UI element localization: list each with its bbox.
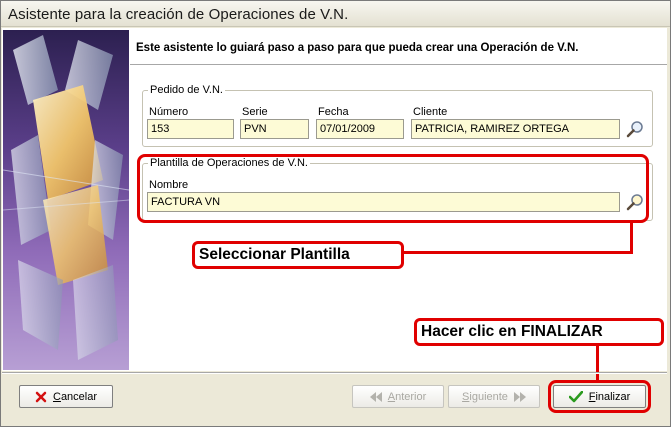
cancel-button[interactable]: Cancelar <box>19 385 113 408</box>
finish-label: Finalizar <box>588 390 631 403</box>
next-icon <box>513 391 526 402</box>
search-cliente-icon[interactable] <box>626 120 644 138</box>
previous-icon <box>369 391 382 402</box>
numero-field[interactable]: 153 <box>147 119 234 139</box>
previous-button[interactable]: Anterior <box>352 385 444 408</box>
fecha-label: Fecha <box>318 106 349 118</box>
cliente-label: Cliente <box>413 106 448 118</box>
serie-field[interactable]: PVN <box>240 119 309 139</box>
footer-separator <box>2 372 667 374</box>
pedido-legend: Pedido de V.N. <box>150 84 223 96</box>
wizard-banner-image <box>3 30 129 370</box>
hacer-clic-finalizar-annotation: Hacer clic en FINALIZAR <box>414 318 664 346</box>
x-icon <box>35 391 47 402</box>
finalizar-callout-line <box>596 344 599 382</box>
cliente-field[interactable]: PATRICIA, RAMIREZ ORTEGA <box>411 119 620 139</box>
cancel-label: Cancelar <box>52 390 98 403</box>
seleccionar-plantilla-annotation: Seleccionar Plantilla <box>192 241 404 269</box>
plantilla-callout-line-horizontal <box>400 251 633 254</box>
intro-text: Este asistente lo guiará paso a paso par… <box>136 42 579 54</box>
header-separator <box>130 64 667 66</box>
title-bar: Asistente para la creación de Operacione… <box>1 1 670 27</box>
next-button[interactable]: Siguiente <box>448 385 540 408</box>
plantilla-highlight <box>137 154 649 223</box>
checkmark-icon <box>568 390 583 402</box>
finish-button[interactable]: Finalizar <box>553 385 646 408</box>
numero-label: Número <box>149 106 189 118</box>
banner-graphic <box>3 35 129 360</box>
plantilla-callout-line-vertical <box>630 222 633 254</box>
serie-label: Serie <box>242 106 268 118</box>
fecha-field[interactable]: 07/01/2009 <box>316 119 404 139</box>
next-label: Siguiente <box>462 390 508 403</box>
previous-label: Anterior <box>387 390 427 403</box>
window-title: Asistente para la creación de Operacione… <box>8 6 349 23</box>
